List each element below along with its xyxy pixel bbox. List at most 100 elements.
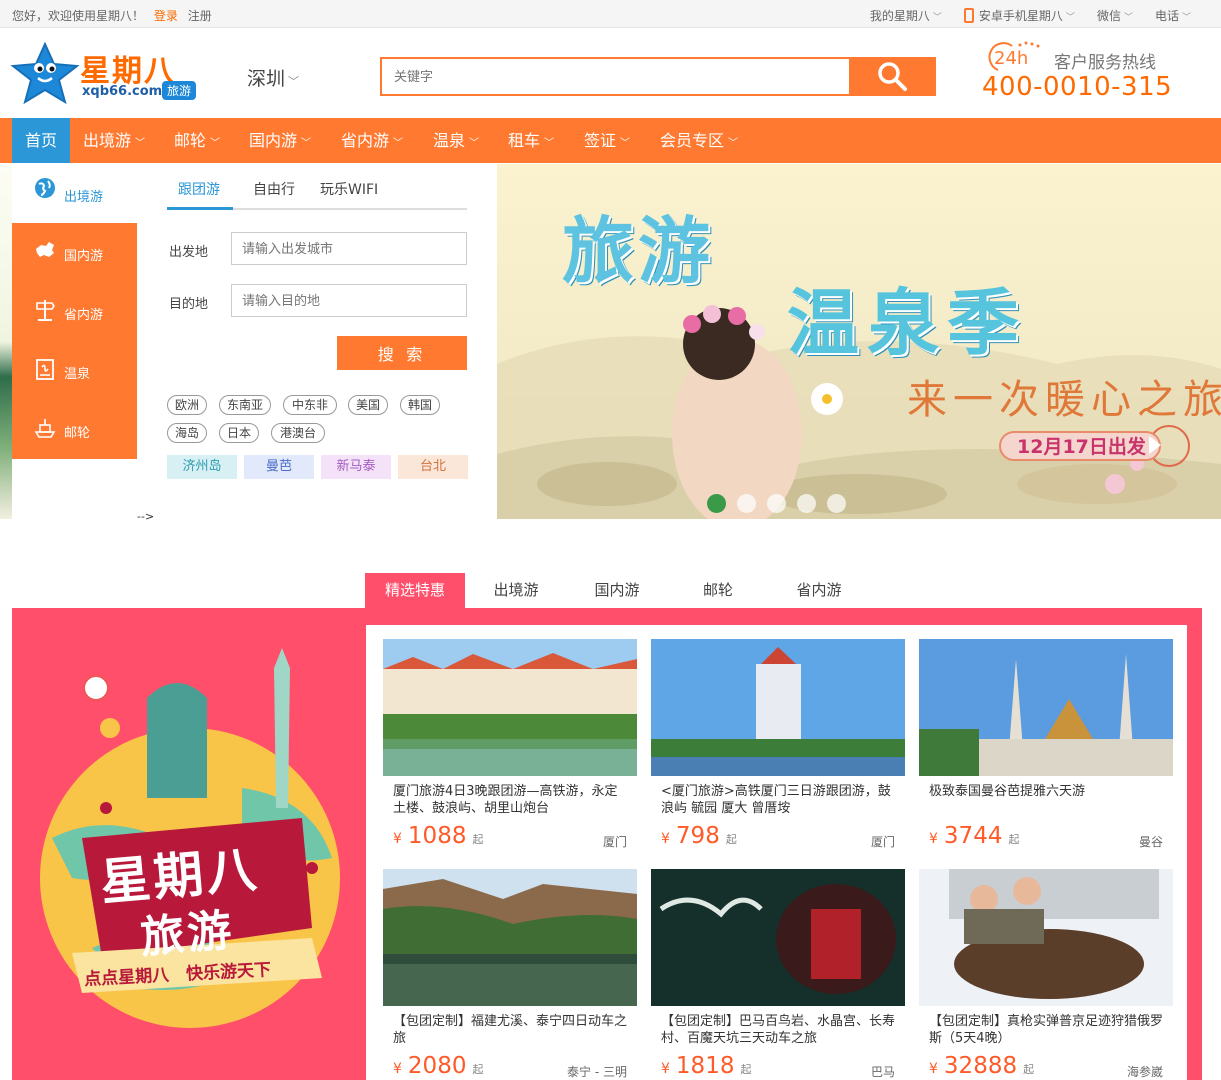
register-link[interactable]: 注册	[188, 9, 212, 23]
tab-featured[interactable]: 精选特惠	[365, 573, 465, 608]
top-right-links: 我的星期八 安卓手机星期八 微信 电话	[870, 7, 1191, 24]
tag-japan[interactable]: 日本	[219, 423, 259, 443]
product-image	[919, 639, 1173, 776]
destination-input[interactable]	[231, 284, 467, 317]
search-icon	[877, 62, 907, 91]
product-image	[651, 869, 905, 1006]
banner-title-2: 温泉季	[787, 281, 1028, 365]
phone-link[interactable]: 电话	[1155, 7, 1191, 24]
banner-title-3: 来一次暖心之旅	[907, 377, 1221, 423]
tag-island[interactable]: 海岛	[167, 423, 207, 443]
logo-domain: xqb66.com	[82, 84, 163, 99]
city-tag-taipei[interactable]: 台北	[398, 455, 468, 479]
tag-europe[interactable]: 欧洲	[167, 395, 207, 415]
city-selector[interactable]: 深圳 ﹀	[247, 64, 299, 91]
hero-banner[interactable]: 旅游 温泉季 来一次暖心之旅 12月17日出发	[497, 164, 1221, 519]
product-card[interactable]: 极致泰国曼谷芭提雅六天游 ¥3744 起 曼谷	[919, 639, 1173, 854]
tab-cruise[interactable]: 邮轮	[668, 573, 768, 608]
product-image	[651, 639, 905, 776]
product-title: 【包团定制】巴马百鸟岩、水晶宫、长寿村、百魔天坑三天动车之旅	[661, 1014, 896, 1046]
city-tag-jeju[interactable]: 济州岛	[167, 455, 237, 479]
product-card[interactable]: <厦门旅游>高铁厦门三日游跟团游，鼓浪屿 毓园 厦大 曾厝垵 ¥798 起 厦门	[651, 639, 905, 854]
product-card[interactable]: 【包团定制】福建尤溪、泰宁四日动车之旅 ¥2080 起 泰宁 - 三明	[383, 869, 637, 1080]
category-outbound[interactable]: 出境游	[12, 164, 137, 223]
tag-sea[interactable]: 东南亚	[219, 395, 271, 415]
carousel-dot[interactable]	[737, 494, 756, 513]
tab-province[interactable]: 省内游	[769, 573, 869, 608]
hotline-24h: 24h	[994, 48, 1029, 69]
product-card[interactable]: 【包团定制】真枪实弹普京足迹狩猎俄罗斯（5天4晚） ¥32888 起 海参崴	[919, 869, 1173, 1080]
wechat-link[interactable]: 微信	[1097, 7, 1133, 24]
hotline: 24h 客户服务热线 400-0010-315	[980, 40, 1180, 104]
site-logo[interactable]: 星期八 xqb66.com 旅游	[10, 41, 210, 105]
nav-home[interactable]: 首页	[12, 118, 70, 163]
product-card[interactable]: 厦门旅游4日3晚跟团游—高铁游，永定土楼、鼓浪屿、胡里山炮台 ¥1088 起 厦门	[383, 639, 637, 854]
left-edge-image	[0, 164, 12, 519]
carousel-dot[interactable]	[827, 494, 846, 513]
category-hotspring[interactable]: 温泉	[12, 341, 137, 400]
carousel-dots	[707, 494, 846, 513]
city-tag-manba[interactable]: 曼芭	[244, 455, 314, 479]
product-grid: 厦门旅游4日3晚跟团游—高铁游，永定土楼、鼓浪屿、胡里山炮台 ¥1088 起 厦门…	[366, 625, 1187, 1080]
category-menu: 出境游 国内游 省内游 温泉 邮轮	[12, 164, 137, 459]
product-title: 【包团定制】福建尤溪、泰宁四日动车之旅	[393, 1014, 628, 1046]
search-bar	[380, 57, 936, 96]
carousel-dot-active[interactable]	[707, 494, 726, 513]
product-title: 厦门旅游4日3晚跟团游—高铁游，永定土楼、鼓浪屿、胡里山炮台	[393, 784, 618, 816]
tab-domestic[interactable]: 国内游	[567, 573, 667, 608]
nav-province[interactable]: 省内游 ﹀	[341, 118, 403, 163]
nav-visa[interactable]: 签证 ﹀	[584, 118, 630, 163]
product-destination: 厦门	[870, 835, 895, 849]
product-destination: 曼谷	[1138, 835, 1163, 849]
product-price: ¥2080 起	[393, 1053, 484, 1079]
product-destination: 厦门	[602, 835, 627, 849]
android-app-link[interactable]: 安卓手机星期八	[963, 7, 1075, 24]
login-link[interactable]: 登录	[154, 9, 178, 23]
signpost-icon	[36, 300, 55, 321]
ship-icon	[34, 419, 56, 438]
carousel-dot[interactable]	[797, 494, 816, 513]
hotline-number: 400-0010-315	[982, 72, 1173, 102]
welcome-text: 您好，欢迎使用星期八！	[12, 9, 145, 23]
product-image	[383, 639, 637, 776]
product-price: ¥798 起	[661, 823, 737, 849]
nav-domestic[interactable]: 国内游 ﹀	[249, 118, 311, 163]
my-account-link[interactable]: 我的星期八	[870, 7, 942, 24]
category-domestic[interactable]: 国内游	[12, 223, 137, 282]
nav-outbound[interactable]: 出境游 ﹀	[83, 118, 145, 163]
category-province[interactable]: 省内游	[12, 282, 137, 341]
departure-input[interactable]	[231, 232, 467, 265]
nav-cruise[interactable]: 邮轮 ﹀	[174, 118, 220, 163]
comment-residue: -->	[137, 510, 155, 523]
tab-wifi[interactable]: 玩乐WIFI	[320, 179, 378, 199]
nav-member[interactable]: 会员专区 ﹀	[660, 118, 738, 163]
tag-usa[interactable]: 美国	[348, 395, 388, 415]
product-price: ¥1088 起	[393, 823, 484, 849]
search-input[interactable]	[382, 59, 850, 94]
tag-korea[interactable]: 韩国	[400, 395, 440, 415]
carousel-dot[interactable]	[767, 494, 786, 513]
product-destination: 巴马	[870, 1065, 895, 1079]
tab-active-underline	[167, 207, 233, 210]
banner-title-1: 旅游	[562, 209, 715, 293]
tag-hk-mo-tw[interactable]: 港澳台	[271, 423, 325, 443]
nav-hotspring[interactable]: 温泉 ﹀	[433, 118, 479, 163]
product-card[interactable]: 【包团定制】巴马百鸟岩、水晶宫、长寿村、百魔天坑三天动车之旅 ¥1818 起 巴马	[651, 869, 905, 1080]
nav-car-rental[interactable]: 租车 ﹀	[508, 118, 554, 163]
product-price: ¥3744 起	[929, 823, 1020, 849]
logo-badge: 旅游	[162, 81, 197, 100]
main-nav: 首页 出境游 ﹀ 邮轮 ﹀ 国内游 ﹀ 省内游 ﹀ 温泉 ﹀ 租车 ﹀ 签证 ﹀ 会员专区 ﹀	[0, 118, 1221, 163]
search-submit-button[interactable]: 搜 索	[337, 336, 467, 370]
poster-title-2: 旅游	[138, 904, 237, 964]
tag-mideast-africa[interactable]: 中东非	[283, 395, 337, 415]
product-destination: 海参崴	[1126, 1065, 1163, 1079]
category-cruise[interactable]: 邮轮	[12, 400, 137, 459]
china-map-icon	[36, 242, 54, 257]
city-tag-sg-my-th[interactable]: 新马泰	[321, 455, 391, 479]
tab-free-travel[interactable]: 自由行	[253, 179, 295, 199]
search-button[interactable]	[849, 59, 934, 94]
top-bar: 您好，欢迎使用星期八！ 登录 注册 我的星期八 安卓手机星期八 微信 电话	[0, 0, 1221, 28]
tab-outbound[interactable]: 出境游	[466, 573, 566, 608]
product-title: 极致泰国曼谷芭提雅六天游	[929, 784, 1086, 799]
tab-group-tour[interactable]: 跟团游	[178, 179, 220, 199]
